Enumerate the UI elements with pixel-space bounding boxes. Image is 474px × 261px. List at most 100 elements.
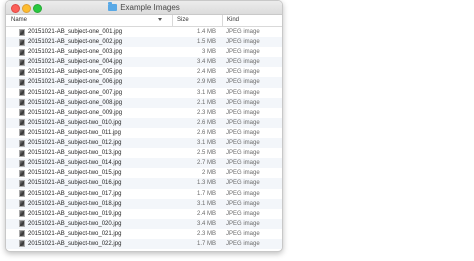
file-size: 2.3 MB — [196, 230, 216, 237]
file-name: 20151021-AB_subject-one_002.jpg — [28, 39, 123, 46]
window-title-group: Example Images — [6, 2, 282, 13]
file-name: 20151021-AB_subject-two_021.jpg — [28, 230, 122, 237]
file-row[interactable]: 20151021-AB_subject-one_003.jpg 3 MB JPEG … — [6, 47, 282, 57]
file-name: 20151021-AB_subject-one_009.jpg — [28, 109, 123, 116]
file-size: 2.1 MB — [196, 99, 216, 106]
file-row[interactable]: 20151021-AB_subject-one_007.jpg 3.1 MB JPE… — [6, 88, 282, 98]
file-kind: JPEG image — [226, 39, 260, 46]
file-size: 2 MB — [201, 170, 216, 177]
file-row[interactable]: 20151021-AB_subject-two_021.jpg 2.3 MB JPE… — [6, 229, 282, 239]
file-kind: JPEG image — [226, 79, 260, 86]
file-row[interactable]: 20151021-AB_subject-one_002.jpg 1.5 MB JPE… — [6, 37, 282, 48]
folder-icon — [108, 2, 118, 11]
file-name: 20151021-AB_subject-two_012.jpg — [28, 140, 122, 147]
file-row[interactable]: 20151021-AB_subject-two_014.jpg 2.7 MB JPE… — [6, 158, 282, 169]
file-name: 20151021-AB_subject-two_014.jpg — [28, 160, 122, 167]
file-name: 20151021-AB_subject-two_019.jpg — [28, 210, 122, 217]
file-row[interactable]: 20151021-AB_subject-two_012.jpg 3.1 MB JPE… — [6, 138, 282, 149]
file-kind: JPEG image — [226, 119, 260, 126]
file-size: 3 MB — [201, 49, 216, 56]
file-row[interactable]: 20151021-AB_subject-one_004.jpg 3.4 MB JPE… — [6, 57, 282, 68]
file-kind: JPEG image — [226, 89, 260, 96]
image-thumbnail-icon — [19, 28, 25, 36]
file-name: 20151021-AB_subject-two_010.jpg — [28, 119, 122, 126]
file-name: 20151021-AB_subject-two_018.jpg — [28, 200, 122, 207]
file-kind: JPEG image — [226, 49, 260, 56]
image-thumbnail-icon — [19, 58, 25, 66]
image-thumbnail-icon — [19, 99, 25, 107]
image-thumbnail-icon — [19, 159, 25, 167]
file-size: 1.4 MB — [196, 29, 216, 35]
file-kind: JPEG image — [226, 109, 260, 116]
file-size: 2.4 MB — [196, 69, 216, 76]
file-size: 2.4 MB — [196, 210, 216, 217]
file-row[interactable]: 20151021-AB_subject-one_001.jpg 1.4 MB JPE… — [6, 27, 282, 37]
image-thumbnail-icon — [19, 190, 25, 197]
file-row[interactable]: 20151021-AB_subject-two_017.jpg 1.7 MB JPE… — [6, 189, 282, 199]
image-thumbnail-icon — [19, 38, 25, 46]
file-row[interactable]: 20151021-AB_subject-two_018.jpg 3.1 MB JPE… — [6, 198, 282, 209]
file-name: 20151021-AB_subject-two_013.jpg — [28, 150, 122, 157]
file-kind: JPEG image — [226, 200, 260, 207]
file-kind: JPEG image — [226, 69, 260, 76]
image-thumbnail-icon — [19, 220, 25, 228]
image-thumbnail-icon — [19, 119, 25, 127]
file-row[interactable]: 20151021-AB_subject-two_015.jpg 2 MB JPEG … — [6, 168, 282, 178]
file-row[interactable]: 20151021-AB_subject-one_009.jpg 2.3 MB JPE… — [6, 108, 282, 118]
file-size: 3.1 MB — [196, 200, 216, 207]
file-name: 20151021-AB_subject-two_017.jpg — [28, 190, 122, 197]
column-header-name[interactable]: Name — [11, 15, 166, 26]
file-kind: JPEG image — [226, 180, 260, 187]
file-name: 20151021-AB_subject-two_020.jpg — [28, 220, 122, 227]
file-kind: JPEG image — [226, 240, 260, 247]
file-kind: JPEG image — [226, 210, 260, 217]
file-kind: JPEG image — [226, 160, 260, 167]
column-header-kind[interactable]: Kind — [222, 15, 282, 26]
finder-window: Example Images Name Size Kind 20151021-A… — [5, 0, 283, 252]
file-row[interactable]: 20151021-AB_subject-two_016.jpg 1.3 MB JPE… — [6, 178, 282, 189]
image-thumbnail-icon — [19, 149, 25, 157]
file-name: 20151021-AB_subject-two_022.jpg — [28, 240, 122, 247]
file-size: 2.6 MB — [196, 119, 216, 126]
file-kind: JPEG image — [226, 150, 260, 157]
file-name: 20151021-AB_subject-one_005.jpg — [28, 69, 123, 76]
file-kind: JPEG image — [226, 59, 260, 66]
file-size: 3.4 MB — [196, 59, 216, 66]
file-row[interactable]: 20151021-AB_subject-one_008.jpg 2.1 MB JPE… — [6, 97, 282, 108]
file-row[interactable]: 20151021-AB_subject-two_013.jpg 2.5 MB JPE… — [6, 148, 282, 158]
image-thumbnail-icon — [19, 89, 25, 97]
column-header-size[interactable]: Size — [172, 15, 220, 26]
title-bar: Example Images — [6, 1, 282, 15]
image-thumbnail-icon — [19, 109, 25, 117]
sort-descending-icon[interactable] — [158, 18, 162, 21]
file-kind: JPEG image — [226, 170, 260, 177]
file-kind: JPEG image — [226, 99, 260, 106]
file-name: 20151021-AB_subject-two_011.jpg — [28, 129, 121, 136]
file-size: 1.3 MB — [196, 180, 216, 187]
file-row[interactable]: 20151021-AB_subject-two_022.jpg 1.7 MB JPE… — [6, 238, 282, 250]
file-row[interactable]: 20151021-AB_subject-one_005.jpg 2.4 MB JPE… — [6, 67, 282, 77]
file-size: 2.6 MB — [196, 129, 216, 136]
file-name: 20151021-AB_subject-two_016.jpg — [28, 180, 122, 187]
file-size: 3.1 MB — [196, 140, 216, 147]
file-row[interactable]: 20151021-AB_subject-two_010.jpg 2.6 MB JPE… — [6, 117, 282, 128]
file-size: 1.7 MB — [196, 190, 216, 197]
file-row[interactable]: 20151021-AB_subject-two_019.jpg 2.4 MB JPE… — [6, 209, 282, 219]
file-row[interactable]: 20151021-AB_subject-two_011.jpg 2.6 MB JPE… — [6, 128, 282, 138]
image-thumbnail-icon — [19, 240, 25, 248]
image-thumbnail-icon — [19, 139, 25, 147]
file-size: 2.9 MB — [196, 79, 216, 86]
file-kind: JPEG image — [226, 230, 260, 237]
file-row[interactable]: 20151021-AB_subject-two_020.jpg 3.4 MB JPE… — [6, 218, 282, 229]
image-thumbnail-icon — [19, 169, 25, 177]
file-size: 2.7 MB — [196, 160, 216, 167]
file-name: 20151021-AB_subject-one_008.jpg — [28, 99, 123, 106]
file-row[interactable]: 20151021-AB_subject-one_006.jpg 2.9 MB JPE… — [6, 77, 282, 88]
image-thumbnail-icon — [19, 68, 25, 76]
file-list: 20151021-AB_subject-one_001.jpg 1.4 MB JPE… — [6, 27, 282, 251]
file-name: 20151021-AB_subject-one_001.jpg — [28, 29, 123, 35]
image-thumbnail-icon — [19, 129, 25, 137]
file-name: 20151021-AB_subject-one_004.jpg — [28, 59, 123, 66]
window-title: Example Images — [120, 3, 180, 12]
file-kind: JPEG image — [226, 29, 260, 35]
